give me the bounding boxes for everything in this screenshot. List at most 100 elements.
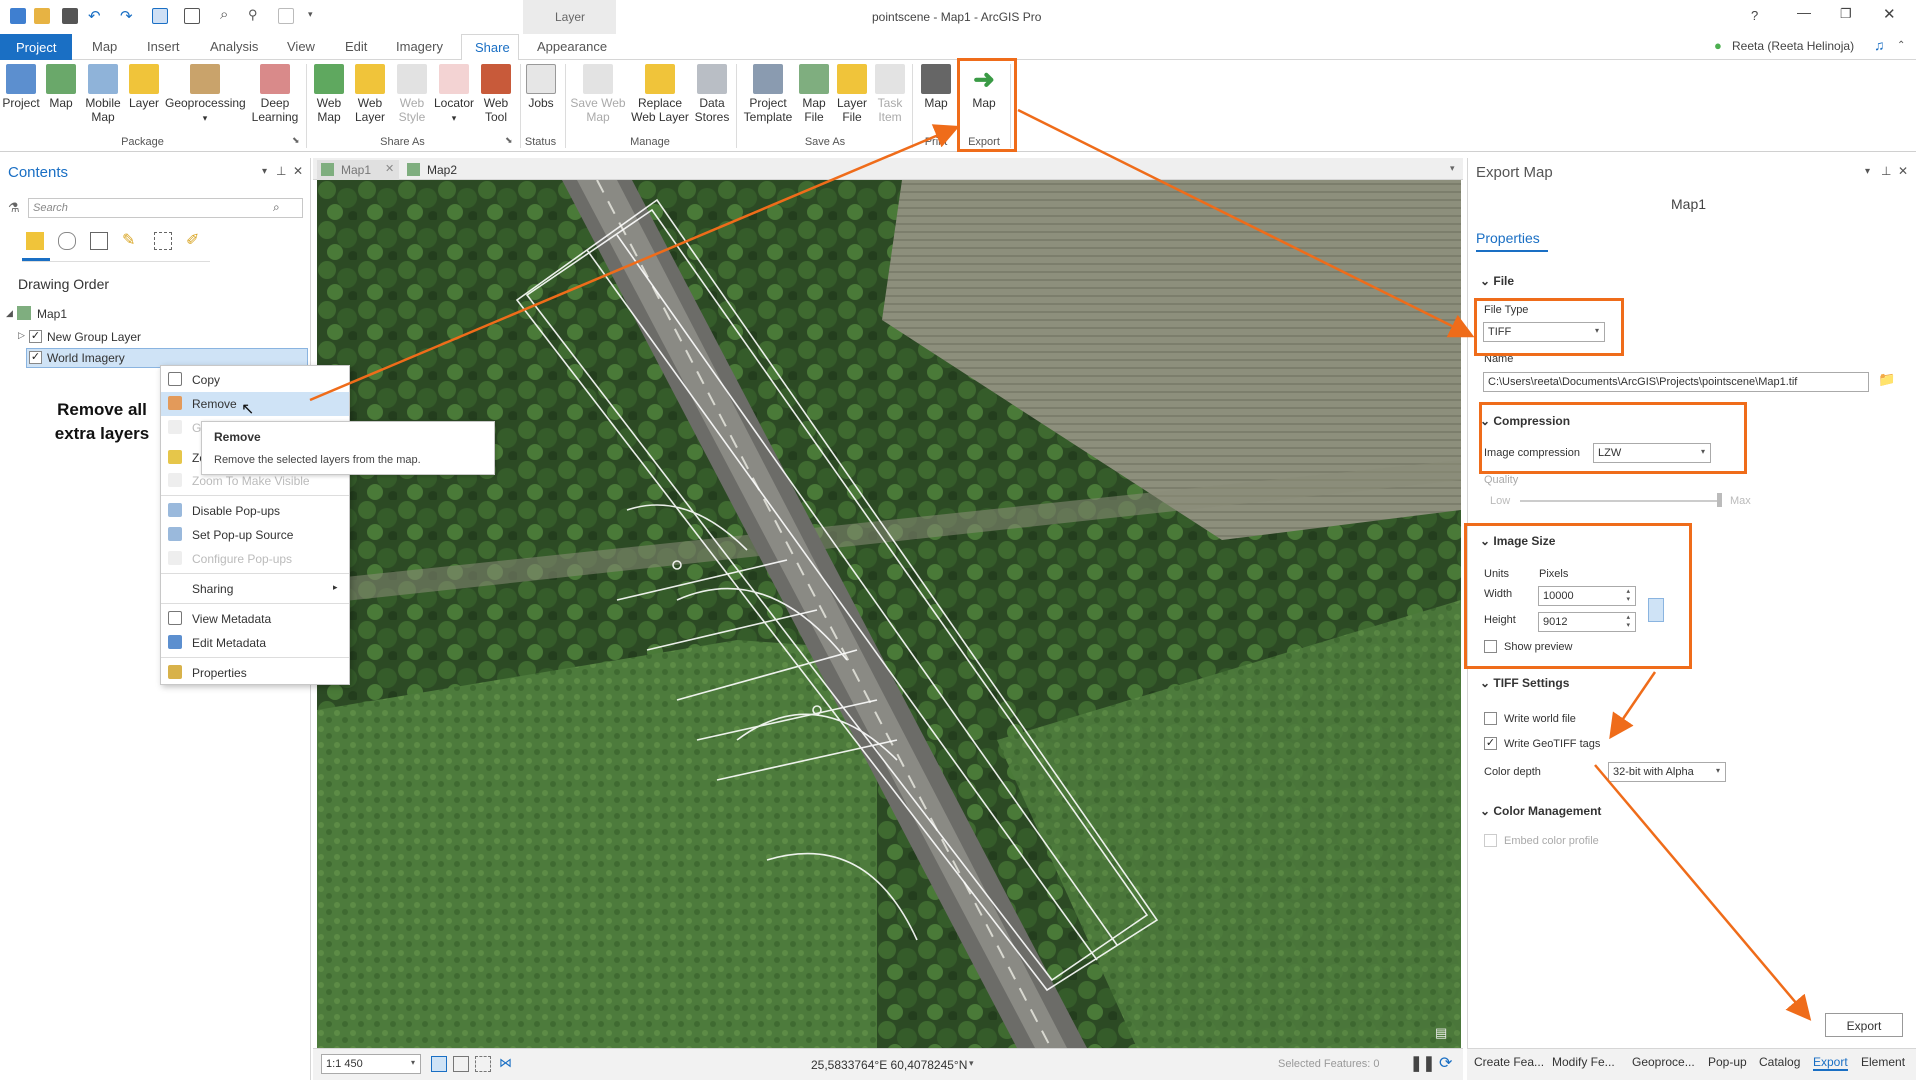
package-map-button[interactable]: Map xyxy=(44,64,78,110)
map-tabs-dropdown-icon[interactable]: ▾ xyxy=(1450,163,1455,174)
notifications-icon[interactable]: ♫ xyxy=(1874,37,1885,53)
package-deep-learning-button[interactable]: Deep Learning xyxy=(250,64,300,124)
tiff-section-header[interactable]: ⌄ TIFF Settings xyxy=(1480,676,1569,690)
table-icon[interactable] xyxy=(475,1056,491,1072)
menu-item-remove[interactable]: Remove xyxy=(161,392,349,416)
share-web-layer-button[interactable]: Web Layer xyxy=(350,64,390,124)
tab-analysis[interactable]: Analysis xyxy=(210,39,258,54)
tab-catalog[interactable]: Catalog xyxy=(1759,1055,1800,1069)
fixed-extent-icon[interactable] xyxy=(431,1056,447,1072)
group-layer-checkbox[interactable]: ✓ xyxy=(29,330,42,343)
color-depth-select[interactable]: 32-bit with Alpha ▾ xyxy=(1608,762,1726,782)
quality-slider[interactable] xyxy=(1520,500,1722,502)
restore-icon[interactable]: ❐ xyxy=(1840,6,1852,22)
tab-element[interactable]: Element xyxy=(1861,1055,1905,1069)
tab-project[interactable]: Project xyxy=(0,34,72,60)
menu-item-disable-popups[interactable]: Disable Pop-ups xyxy=(161,499,349,523)
undo-icon[interactable]: ↶ xyxy=(88,7,101,25)
pause-icon[interactable]: ❚❚ xyxy=(1410,1054,1435,1072)
menu-item-view-metadata[interactable]: View Metadata xyxy=(161,607,349,631)
contents-close-icon[interactable]: ✕ xyxy=(293,164,303,178)
qat-menu-icon[interactable]: ▾ xyxy=(308,9,313,20)
tab-map[interactable]: Map xyxy=(92,39,117,54)
map-node[interactable]: Map1 xyxy=(37,307,67,321)
tab-insert[interactable]: Insert xyxy=(147,39,180,54)
project-template-button[interactable]: Project Template xyxy=(740,64,796,124)
ribbon-collapse-icon[interactable]: ⌃ xyxy=(1897,40,1905,51)
coordinate-format-dropdown-icon[interactable]: ▾ xyxy=(969,1058,974,1069)
tab-geoprocessing[interactable]: Geoproce... xyxy=(1632,1055,1695,1069)
layer-world-imagery[interactable]: World Imagery xyxy=(47,351,125,365)
color-management-section-header[interactable]: ⌄ Color Management xyxy=(1480,804,1601,818)
file-section-header[interactable]: ⌄ File xyxy=(1480,274,1514,288)
tab-popup[interactable]: Pop-up xyxy=(1708,1055,1747,1069)
package-launcher-icon[interactable]: ⬊ xyxy=(292,135,300,146)
list-by-labeling-icon[interactable]: ✐ xyxy=(186,230,199,250)
list-by-snapping-icon[interactable] xyxy=(154,232,172,250)
package-geoprocessing-button[interactable]: Geoprocessing ▾ xyxy=(165,64,246,125)
tab-create-features[interactable]: Create Fea... xyxy=(1474,1055,1544,1069)
tab-map1[interactable]: Map1 ✕ xyxy=(317,160,399,180)
contents-pane-menu-icon[interactable]: ▾ xyxy=(262,166,267,177)
redo-icon[interactable]: ↷ xyxy=(120,7,133,25)
print-map-button[interactable]: Map xyxy=(918,64,954,110)
new-project-icon[interactable] xyxy=(10,8,26,24)
close-icon[interactable]: ✕ xyxy=(1883,5,1896,23)
binoculars-icon[interactable]: ⚲ xyxy=(248,7,258,23)
write-world-file-checkbox[interactable] xyxy=(1484,712,1497,725)
jobs-button[interactable]: Jobs xyxy=(524,64,558,110)
export-pane-menu-icon[interactable]: ▾ xyxy=(1865,166,1870,177)
tab-imagery[interactable]: Imagery xyxy=(396,39,443,54)
share-locator-button[interactable]: Locator ▾ xyxy=(432,64,476,125)
filter-icon[interactable]: ⚗ xyxy=(8,200,20,216)
contents-search-input[interactable]: Search ⌕ xyxy=(28,198,303,218)
help-icon[interactable]: ? xyxy=(1751,8,1758,23)
export-pane-close-icon[interactable]: ✕ xyxy=(1898,164,1908,178)
embed-color-profile-checkbox[interactable] xyxy=(1484,834,1497,847)
map1-tab-close-icon[interactable]: ✕ xyxy=(385,162,394,175)
select-icon[interactable] xyxy=(184,8,200,24)
package-layer-button[interactable]: Layer xyxy=(127,64,161,110)
tab-view[interactable]: View xyxy=(287,39,315,54)
list-by-selection-icon[interactable] xyxy=(90,232,108,250)
map-canvas[interactable]: ▤ xyxy=(317,180,1461,1048)
share-web-tool-button[interactable]: Web Tool xyxy=(478,64,514,124)
menu-item-edit-metadata[interactable]: Edit Metadata xyxy=(161,631,349,655)
list-by-drawing-order-icon[interactable] xyxy=(26,232,44,250)
group-expand-icon[interactable]: ▷ xyxy=(18,330,25,341)
tab-modify-features[interactable]: Modify Fe... xyxy=(1552,1055,1615,1069)
data-stores-button[interactable]: Data Stores xyxy=(692,64,732,124)
list-by-editing-icon[interactable]: ✎ xyxy=(122,230,135,250)
tab-map2[interactable]: Map2 xyxy=(403,160,483,180)
grid-icon[interactable] xyxy=(453,1056,469,1072)
quality-slider-thumb[interactable] xyxy=(1717,493,1722,507)
explore-icon[interactable] xyxy=(152,8,168,24)
save-icon[interactable] xyxy=(62,8,78,24)
save-web-map-button[interactable]: Save Web Map xyxy=(570,64,626,124)
map-file-button[interactable]: Map File xyxy=(798,64,830,124)
scale-selector[interactable]: 1:1 450 ▾ xyxy=(321,1054,421,1074)
zoom-icon[interactable]: ⌕ xyxy=(220,6,228,23)
properties-tab[interactable]: Properties xyxy=(1476,230,1540,246)
share-as-launcher-icon[interactable]: ⬊ xyxy=(505,135,513,146)
menu-item-sharing[interactable]: Sharing ▸ xyxy=(161,577,349,601)
snapping-icon[interactable]: ⋈ xyxy=(499,1055,512,1071)
tab-appearance[interactable]: Appearance xyxy=(537,39,607,54)
list-by-data-source-icon[interactable] xyxy=(58,232,76,250)
world-imagery-checkbox[interactable]: ✓ xyxy=(29,351,42,364)
package-mobile-map-button[interactable]: Mobile Map xyxy=(82,64,124,124)
export-pane-pin-icon[interactable]: ⊥ xyxy=(1881,164,1891,178)
replace-web-layer-button[interactable]: Replace Web Layer xyxy=(628,64,692,124)
write-geotiff-checkbox[interactable]: ✓ xyxy=(1484,737,1497,750)
open-project-icon[interactable] xyxy=(34,8,50,24)
refresh-icon[interactable]: ⟳ xyxy=(1439,1053,1452,1073)
clear-selection-icon[interactable] xyxy=(278,8,294,24)
selected-features[interactable]: Selected Features: 0 xyxy=(1278,1058,1380,1070)
menu-item-copy[interactable]: Copy xyxy=(161,368,349,392)
pin-icon[interactable]: ⊥ xyxy=(276,164,286,178)
menu-item-properties[interactable]: Properties xyxy=(161,661,349,685)
package-project-button[interactable]: Project xyxy=(2,64,40,110)
tab-share[interactable]: Share xyxy=(461,34,519,61)
layer-file-button[interactable]: Layer File xyxy=(836,64,868,124)
minimize-icon[interactable]: — xyxy=(1797,4,1811,20)
